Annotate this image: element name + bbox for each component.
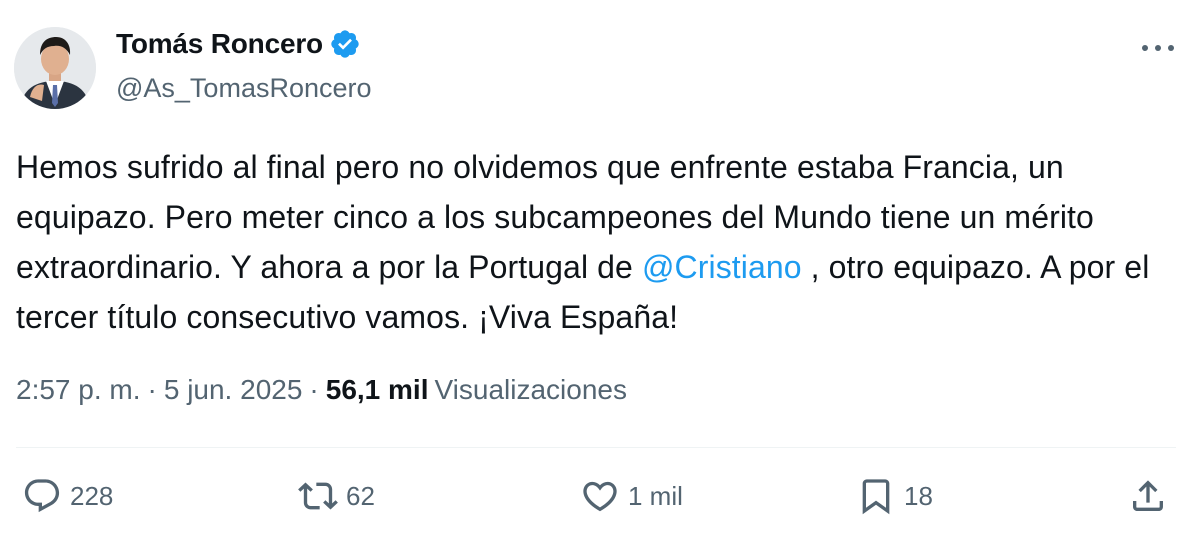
meta-separator: ·	[147, 374, 157, 405]
tweet-text: Hemos sufrido al final pero no olvidemos…	[16, 142, 1176, 342]
share-icon	[1133, 480, 1163, 511]
avatar[interactable]	[14, 27, 96, 109]
author-handle[interactable]: @As_TomasRoncero	[116, 73, 372, 104]
bookmark-icon	[862, 479, 890, 515]
more-options-button[interactable]	[1140, 36, 1176, 60]
avatar-image	[14, 27, 96, 109]
reply-button[interactable]: 228	[22, 476, 113, 516]
retweet-count: 62	[346, 480, 375, 511]
like-icon	[583, 481, 617, 512]
verified-badge-icon	[331, 30, 359, 58]
share-button[interactable]	[1128, 476, 1168, 516]
tweet-meta: 2:57 p. m. · 5 jun. 2025 · 56,1 mil Visu…	[16, 374, 627, 406]
reply-count: 228	[70, 480, 114, 511]
more-options-icon	[1142, 45, 1174, 51]
divider	[16, 447, 1176, 448]
like-button[interactable]: 1 mil	[580, 476, 683, 516]
tweet-time[interactable]: 2:57 p. m.	[16, 374, 141, 406]
meta-separator: ·	[309, 374, 319, 405]
author-name-row[interactable]: Tomás Roncero	[116, 28, 361, 60]
bookmark-button[interactable]: 18	[856, 476, 933, 516]
retweet-icon	[298, 482, 338, 510]
reply-icon	[24, 479, 60, 513]
author-name[interactable]: Tomás Roncero	[116, 28, 323, 60]
bookmark-count: 18	[904, 480, 933, 511]
tweet-card: Tomás Roncero @As_TomasRoncero Hemos suf…	[0, 0, 1200, 542]
tweet-date[interactable]: 5 jun. 2025	[164, 374, 303, 406]
like-count: 1 mil	[628, 480, 683, 511]
mention-link[interactable]: @Cristiano	[642, 249, 802, 285]
retweet-button[interactable]: 62	[298, 476, 375, 516]
views-label: Visualizaciones	[434, 374, 627, 405]
views-count: 56,1 mil	[325, 374, 429, 405]
